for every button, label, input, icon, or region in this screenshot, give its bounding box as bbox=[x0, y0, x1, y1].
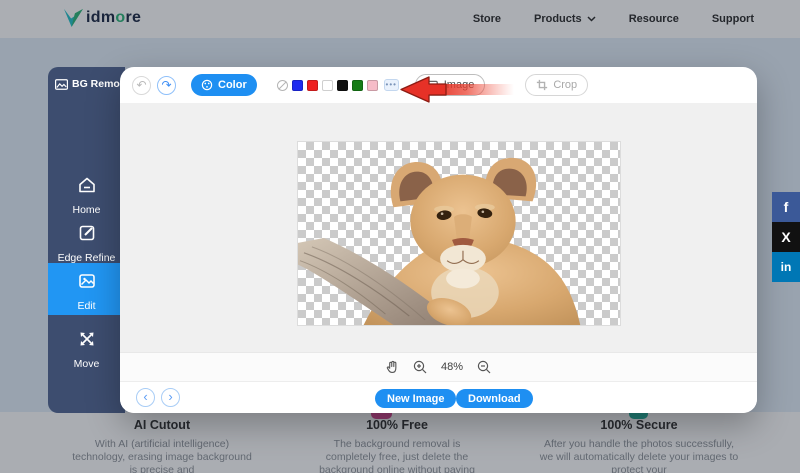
zoom-out-button[interactable] bbox=[477, 360, 491, 374]
swatch-transparent[interactable] bbox=[277, 80, 288, 91]
linkedin-icon: in bbox=[781, 260, 792, 274]
sidebar-item-edge-refine[interactable]: Edge Refine bbox=[48, 215, 125, 264]
bg-remover-sidebar: BG Remover Home Edge Refine Edit bbox=[48, 67, 125, 413]
undo-icon: ↶ bbox=[136, 78, 146, 92]
sidebar-item-label: Move bbox=[48, 358, 125, 370]
home-icon bbox=[76, 174, 98, 196]
pan-hand-button[interactable] bbox=[386, 360, 399, 374]
page: idmore Store Products Resource Support A… bbox=[0, 0, 800, 473]
sidebar-item-move[interactable]: Move bbox=[48, 321, 125, 370]
transparent-image-preview[interactable] bbox=[297, 141, 621, 326]
prev-image-button[interactable]: ‹ bbox=[136, 388, 155, 407]
crop-tab-button[interactable]: Crop bbox=[525, 74, 588, 96]
swatch-pink[interactable] bbox=[367, 80, 378, 91]
zoom-in-icon bbox=[413, 360, 427, 374]
color-tab-button[interactable]: Color bbox=[191, 74, 257, 96]
download-button[interactable]: Download bbox=[456, 389, 533, 408]
swatch-green[interactable] bbox=[352, 80, 363, 91]
sidebar-item-label: Edit bbox=[48, 300, 125, 312]
edge-refine-icon bbox=[76, 222, 98, 244]
x-share-button[interactable]: X bbox=[772, 222, 800, 252]
action-bar: ‹ › New Image Download bbox=[120, 381, 757, 413]
image-icon bbox=[426, 79, 439, 92]
zoom-in-button[interactable] bbox=[413, 360, 427, 374]
image-tab-button[interactable]: Image bbox=[415, 74, 486, 96]
undo-button[interactable]: ↶ bbox=[132, 76, 151, 95]
zoom-level: 48% bbox=[441, 361, 463, 373]
linkedin-share-button[interactable]: in bbox=[772, 252, 800, 282]
swatch-white[interactable] bbox=[322, 80, 333, 91]
facebook-share-button[interactable]: f bbox=[772, 192, 800, 222]
facebook-icon: f bbox=[784, 199, 789, 215]
zoom-controls: 48% bbox=[120, 352, 757, 381]
bg-remover-icon bbox=[55, 79, 68, 90]
swatch-black[interactable] bbox=[337, 80, 348, 91]
more-colors-button[interactable]: ••• bbox=[384, 79, 399, 91]
next-image-button[interactable]: › bbox=[161, 388, 180, 407]
redo-button[interactable]: ↷ bbox=[157, 76, 176, 95]
zoom-out-icon bbox=[477, 360, 491, 374]
sidebar-item-edit[interactable]: Edit bbox=[48, 263, 125, 315]
move-icon bbox=[76, 328, 98, 350]
editor-toolbar: ↶ ↷ Color ••• bbox=[120, 67, 757, 103]
image-edit-icon bbox=[76, 270, 98, 292]
x-icon: X bbox=[781, 229, 790, 245]
new-image-button[interactable]: New Image bbox=[375, 389, 456, 408]
editor-modal: ↶ ↷ Color ••• bbox=[120, 67, 757, 413]
hand-icon bbox=[386, 360, 399, 374]
sidebar-item-home[interactable]: Home bbox=[48, 167, 125, 216]
crop-icon bbox=[536, 79, 548, 91]
editor-canvas bbox=[120, 103, 757, 352]
palette-icon bbox=[201, 79, 213, 91]
swatch-red[interactable] bbox=[307, 80, 318, 91]
swatch-blue[interactable] bbox=[292, 80, 303, 91]
lion-cutout-image bbox=[298, 142, 620, 325]
social-share-rail: f X in bbox=[772, 192, 800, 282]
redo-icon: ↷ bbox=[161, 78, 171, 92]
